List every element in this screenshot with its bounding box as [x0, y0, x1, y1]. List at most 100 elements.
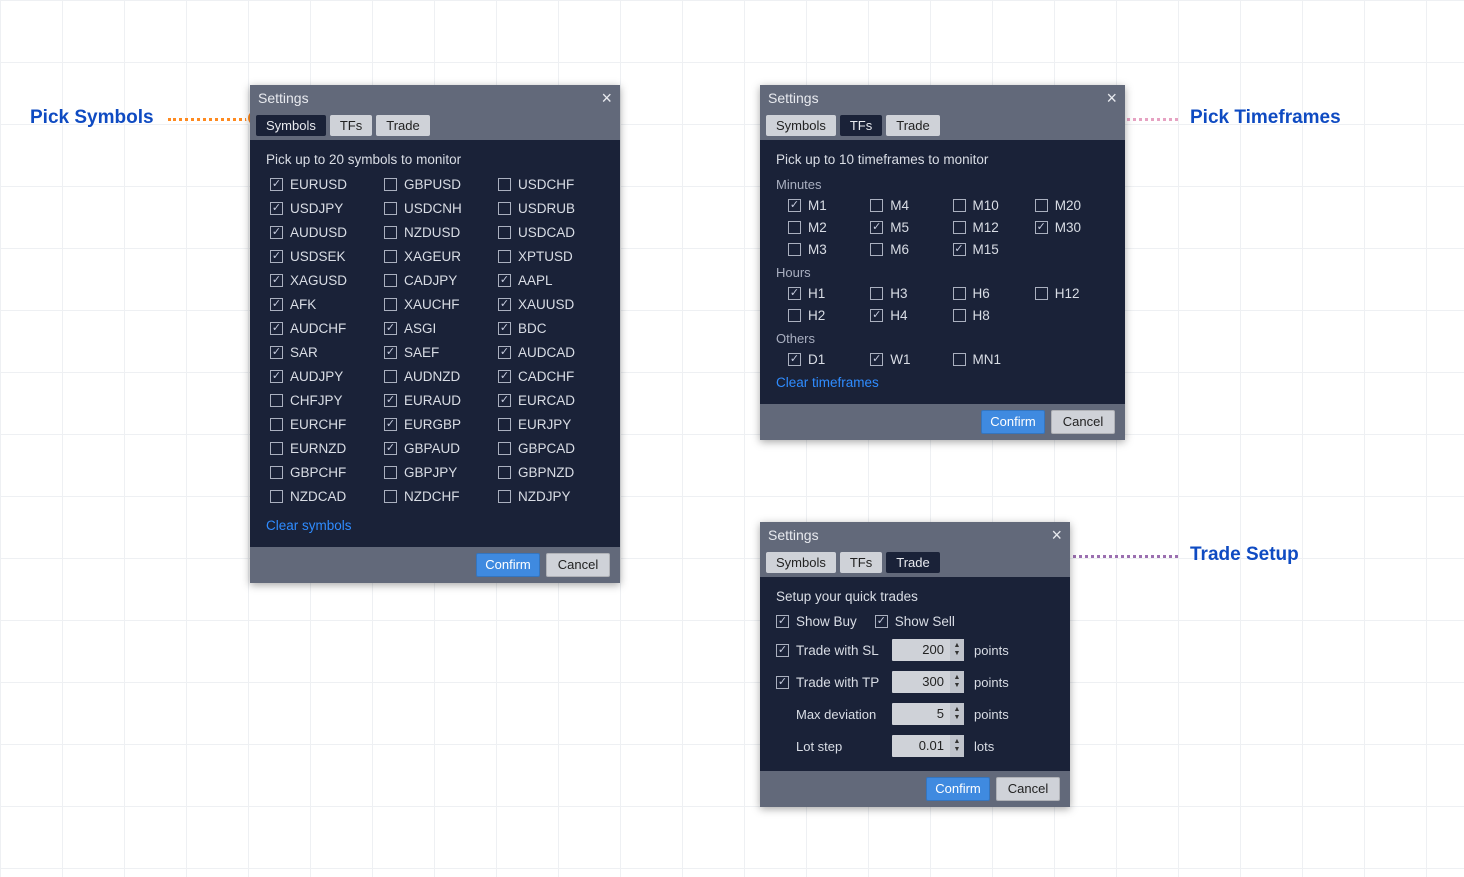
symbol-checkbox[interactable]: XAUUSD: [498, 297, 604, 312]
symbol-checkbox[interactable]: USDRUB: [498, 201, 604, 216]
symbol-checkbox[interactable]: EURUSD: [270, 177, 376, 192]
timeframe-checkbox[interactable]: M15: [953, 242, 1027, 257]
symbol-checkbox[interactable]: AUDUSD: [270, 225, 376, 240]
symbol-checkbox[interactable]: SAEF: [384, 345, 490, 360]
timeframe-checkbox[interactable]: H12: [1035, 286, 1109, 301]
symbol-checkbox[interactable]: NZDUSD: [384, 225, 490, 240]
trade-tp-checkbox[interactable]: Trade with TP: [776, 675, 882, 690]
symbol-checkbox[interactable]: BDC: [498, 321, 604, 336]
dialog-titlebar[interactable]: Settings ×: [760, 522, 1070, 548]
close-icon[interactable]: ×: [1106, 89, 1117, 107]
symbol-checkbox[interactable]: AAPL: [498, 273, 604, 288]
timeframe-checkbox[interactable]: M4: [870, 198, 944, 213]
symbol-checkbox[interactable]: EURAUD: [384, 393, 490, 408]
symbol-checkbox[interactable]: AUDCAD: [498, 345, 604, 360]
timeframe-checkbox[interactable]: M3: [788, 242, 862, 257]
trade-sl-checkbox[interactable]: Trade with SL: [776, 643, 882, 658]
symbol-checkbox[interactable]: GBPCHF: [270, 465, 376, 480]
dialog-titlebar[interactable]: Settings ×: [760, 85, 1125, 111]
tab-tfs[interactable]: TFs: [840, 115, 882, 136]
tab-tfs[interactable]: TFs: [330, 115, 372, 136]
symbol-checkbox[interactable]: NZDCAD: [270, 489, 376, 504]
spinner-arrows-icon[interactable]: ▲▼: [950, 639, 964, 661]
symbol-checkbox[interactable]: EURCHF: [270, 417, 376, 432]
symbol-checkbox[interactable]: GBPJPY: [384, 465, 490, 480]
clear-timeframes-link[interactable]: Clear timeframes: [776, 375, 1109, 390]
symbol-checkbox[interactable]: NZDCHF: [384, 489, 490, 504]
symbol-checkbox[interactable]: CHFJPY: [270, 393, 376, 408]
timeframe-checkbox[interactable]: M6: [870, 242, 944, 257]
timeframe-checkbox[interactable]: M10: [953, 198, 1027, 213]
symbol-checkbox[interactable]: CADCHF: [498, 369, 604, 384]
lot-step-input[interactable]: 0.01▲▼: [892, 735, 964, 757]
symbol-checkbox[interactable]: GBPNZD: [498, 465, 604, 480]
symbol-checkbox[interactable]: EURNZD: [270, 441, 376, 456]
dialog-titlebar[interactable]: Settings ×: [250, 85, 620, 111]
symbol-checkbox[interactable]: AFK: [270, 297, 376, 312]
symbol-checkbox[interactable]: USDCAD: [498, 225, 604, 240]
spinner-arrows-icon[interactable]: ▲▼: [950, 703, 964, 725]
tab-trade[interactable]: Trade: [376, 115, 429, 136]
close-icon[interactable]: ×: [601, 89, 612, 107]
timeframe-checkbox[interactable]: M5: [870, 220, 944, 235]
symbol-checkbox[interactable]: USDSEK: [270, 249, 376, 264]
timeframe-checkbox[interactable]: M1: [788, 198, 862, 213]
timeframe-checkbox[interactable]: M2: [788, 220, 862, 235]
cancel-button[interactable]: Cancel: [1051, 410, 1115, 434]
clear-symbols-link[interactable]: Clear symbols: [266, 518, 604, 533]
symbol-checkbox[interactable]: XAGEUR: [384, 249, 490, 264]
timeframe-checkbox[interactable]: W1: [870, 352, 944, 367]
confirm-button[interactable]: Confirm: [981, 410, 1045, 434]
symbol-checkbox[interactable]: AUDCHF: [270, 321, 376, 336]
timeframe-checkbox[interactable]: MN1: [953, 352, 1027, 367]
spinner-arrows-icon[interactable]: ▲▼: [950, 671, 964, 693]
symbol-checkbox[interactable]: XAGUSD: [270, 273, 376, 288]
timeframe-checkbox[interactable]: M30: [1035, 220, 1109, 235]
spinner-arrows-icon[interactable]: ▲▼: [950, 735, 964, 757]
symbol-checkbox[interactable]: SAR: [270, 345, 376, 360]
confirm-button[interactable]: Confirm: [926, 777, 990, 801]
cancel-button[interactable]: Cancel: [996, 777, 1060, 801]
timeframe-checkbox[interactable]: H3: [870, 286, 944, 301]
timeframe-checkbox[interactable]: M12: [953, 220, 1027, 235]
symbol-checkbox[interactable]: EURJPY: [498, 417, 604, 432]
symbol-checkbox[interactable]: XPTUSD: [498, 249, 604, 264]
timeframe-checkbox[interactable]: M20: [1035, 198, 1109, 213]
tp-points-input[interactable]: 300▲▼: [892, 671, 964, 693]
symbol-checkbox[interactable]: XAUCHF: [384, 297, 490, 312]
checkbox-label: CHFJPY: [290, 393, 343, 408]
tab-symbols[interactable]: Symbols: [766, 552, 836, 573]
timeframe-checkbox[interactable]: D1: [788, 352, 862, 367]
symbol-checkbox[interactable]: AUDJPY: [270, 369, 376, 384]
symbol-checkbox[interactable]: NZDJPY: [498, 489, 604, 504]
close-icon[interactable]: ×: [1051, 526, 1062, 544]
symbol-checkbox[interactable]: AUDNZD: [384, 369, 490, 384]
cancel-button[interactable]: Cancel: [546, 553, 610, 577]
symbol-checkbox[interactable]: GBPUSD: [384, 177, 490, 192]
confirm-button[interactable]: Confirm: [476, 553, 540, 577]
sl-points-input[interactable]: 200▲▼: [892, 639, 964, 661]
show-buy-checkbox[interactable]: Show Buy: [776, 614, 857, 629]
timeframe-checkbox[interactable]: H1: [788, 286, 862, 301]
timeframe-checkbox[interactable]: H6: [953, 286, 1027, 301]
tab-trade[interactable]: Trade: [886, 115, 939, 136]
checkbox-label: M5: [890, 220, 909, 235]
timeframe-checkbox[interactable]: H8: [953, 308, 1027, 323]
timeframe-checkbox[interactable]: H4: [870, 308, 944, 323]
max-deviation-input[interactable]: 5▲▼: [892, 703, 964, 725]
timeframe-checkbox[interactable]: H2: [788, 308, 862, 323]
show-sell-checkbox[interactable]: Show Sell: [875, 614, 955, 629]
tab-trade[interactable]: Trade: [886, 552, 939, 573]
symbol-checkbox[interactable]: GBPCAD: [498, 441, 604, 456]
symbol-checkbox[interactable]: USDCHF: [498, 177, 604, 192]
tab-tfs[interactable]: TFs: [840, 552, 882, 573]
symbol-checkbox[interactable]: GBPAUD: [384, 441, 490, 456]
symbol-checkbox[interactable]: EURCAD: [498, 393, 604, 408]
symbol-checkbox[interactable]: USDJPY: [270, 201, 376, 216]
symbol-checkbox[interactable]: EURGBP: [384, 417, 490, 432]
tab-symbols[interactable]: Symbols: [256, 115, 326, 136]
tab-symbols[interactable]: Symbols: [766, 115, 836, 136]
symbol-checkbox[interactable]: CADJPY: [384, 273, 490, 288]
symbol-checkbox[interactable]: ASGI: [384, 321, 490, 336]
symbol-checkbox[interactable]: USDCNH: [384, 201, 490, 216]
